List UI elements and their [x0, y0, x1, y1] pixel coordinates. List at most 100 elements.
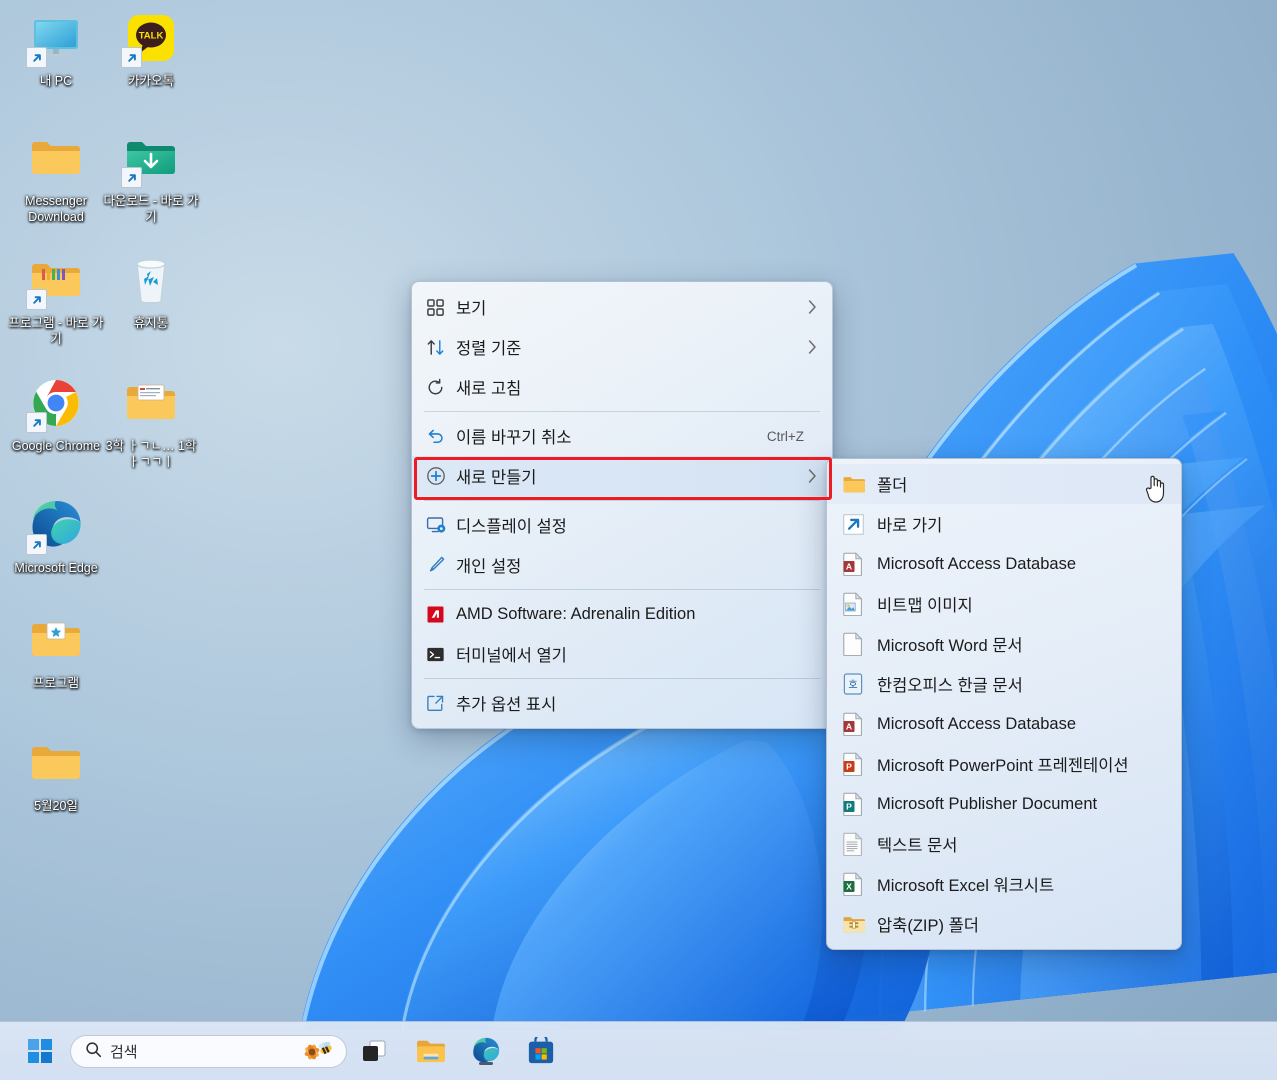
text-doc-icon: [843, 832, 877, 856]
submenu-item[interactable]: 바로 가기: [827, 504, 1181, 544]
submenu-item[interactable]: 압축(ZIP) 폴더: [827, 904, 1181, 944]
desktop-icon-folder[interactable]: Messenger Download: [8, 130, 104, 225]
context-menu-item[interactable]: 정렬 기준: [412, 327, 832, 367]
desktop-icon-label: 3학 ㅏㄱㄴ… 1학 ㅏㄱㄱㅣ: [105, 439, 197, 469]
shortcut-arrow-icon: [26, 534, 47, 555]
shortcut-arrow-icon: [121, 167, 142, 188]
desktop-icon-downloads-folder[interactable]: 다운로드 - 바로 가기: [103, 130, 199, 225]
submenu-item[interactable]: 호 한컴오피스 한글 문서: [827, 664, 1181, 704]
context-menu-item[interactable]: 이름 바꾸기 취소 Ctrl+Z: [412, 416, 832, 456]
recycle-bin-icon: [123, 252, 179, 308]
context-menu-item[interactable]: 디스플레이 설정: [412, 505, 832, 545]
desktop-icon-folder-document[interactable]: 3학 ㅏㄱㄴ… 1학 ㅏㄱㄱㅣ: [103, 375, 199, 470]
task-view-icon: [363, 1040, 386, 1061]
new-submenu[interactable]: 폴더 바로 가기 A Microsoft Access Database 비트맵 이미지…: [826, 458, 1182, 950]
desktop-icon-label: 5월20일: [34, 799, 78, 813]
word-doc-icon: [843, 632, 877, 656]
submenu-item[interactable]: X Microsoft Excel 워크시트: [827, 864, 1181, 904]
context-menu-item[interactable]: 개인 설정: [412, 545, 832, 585]
desktop-icon-this-pc[interactable]: 내 PC: [8, 10, 104, 89]
submenu-item-label: Microsoft Access Database: [877, 714, 1076, 733]
submenu-item-label: 비트맵 이미지: [877, 597, 973, 615]
shortcut-arrow-icon: [26, 412, 47, 433]
submenu-item[interactable]: 비트맵 이미지: [827, 584, 1181, 624]
file-explorer-icon: [417, 1040, 445, 1063]
context-menu-item-label: 터미널에서 열기: [456, 647, 567, 665]
desktop-icon-label: 카카오톡: [127, 74, 174, 88]
undo-icon: [426, 427, 456, 446]
publisher-doc-icon: P: [843, 792, 877, 816]
folder-icon: [28, 130, 84, 186]
refresh-icon: [426, 378, 456, 397]
file-explorer-button[interactable]: [413, 1033, 449, 1069]
desktop-icon-recycle-bin[interactable]: 휴지통: [103, 252, 199, 331]
task-view-button[interactable]: [356, 1033, 392, 1069]
desktop-icon-programs-folder[interactable]: 프로그램 - 바로 가기: [8, 252, 104, 347]
grid-view-icon: [426, 298, 456, 317]
menu-separator: [424, 589, 820, 590]
edge-icon: [26, 497, 84, 555]
context-menu-item-label: 새로 만들기: [456, 469, 537, 487]
submenu-item[interactable]: P Microsoft Publisher Document: [827, 784, 1181, 824]
desktop-icon-folder-star[interactable]: 프로그램: [8, 612, 104, 691]
bitmap-image-icon: [843, 592, 877, 616]
desktop-icon-edge[interactable]: Microsoft Edge: [8, 497, 104, 576]
submenu-item[interactable]: P Microsoft PowerPoint 프레젠테이션: [827, 744, 1181, 784]
chrome-icon: [26, 375, 84, 433]
access-doc-icon: A: [843, 712, 877, 736]
context-menu-item-label: 새로 고침: [456, 380, 522, 398]
svg-text:호: 호: [848, 679, 857, 691]
flower-bee-widget-icon[interactable]: [300, 1040, 336, 1064]
submenu-item[interactable]: 폴더: [827, 464, 1181, 504]
taskbar-search-box[interactable]: 검색: [70, 1035, 347, 1068]
submenu-item-label: 압축(ZIP) 폴더: [877, 917, 979, 935]
taskbar[interactable]: 검색: [0, 1021, 1277, 1080]
context-menu-item[interactable]: 보기: [412, 287, 832, 327]
submenu-item-label: Microsoft Access Database: [877, 554, 1076, 573]
show-more-options-icon: [426, 694, 456, 713]
context-menu-item-label: 보기: [456, 300, 487, 318]
submenu-item-label: Microsoft Excel 워크시트: [877, 877, 1055, 895]
access-doc-icon: A: [843, 552, 877, 576]
context-menu-item-label: AMD Software: Adrenalin Edition: [456, 604, 696, 623]
desktop-icon-label: 프로그램 - 바로 가기: [8, 316, 104, 346]
kakaotalk-icon: TALK: [121, 10, 179, 68]
submenu-item[interactable]: Microsoft Word 문서: [827, 624, 1181, 664]
context-menu-item[interactable]: 새로 만들기: [412, 456, 832, 496]
submenu-item-label: 폴더: [877, 477, 908, 495]
submenu-item-label: Microsoft PowerPoint 프레젠테이션: [877, 757, 1129, 775]
desktop-icon-label: 다운로드 - 바로 가기: [103, 194, 199, 224]
this-pc-icon: [26, 10, 84, 68]
microsoft-store-button[interactable]: [523, 1033, 559, 1069]
search-placeholder: 검색: [110, 1044, 138, 1061]
menu-separator: [424, 500, 820, 501]
submenu-item[interactable]: A Microsoft Access Database: [827, 544, 1181, 584]
context-menu-item-label: 이름 바꾸기 취소: [456, 429, 572, 447]
shortcut-arrow-icon: [26, 289, 47, 310]
desktop-context-menu[interactable]: 보기정렬 기준새로 고침이름 바꾸기 취소 Ctrl+Z 새로 만들기디스플레이 설…: [411, 281, 833, 729]
desktop-icon-label: 프로그램: [32, 676, 79, 690]
microsoft-edge-button[interactable]: [468, 1033, 504, 1069]
shortcut-arrow-icon: [26, 47, 47, 68]
desktop-icon-folder[interactable]: 5월20일: [8, 735, 104, 814]
submenu-item[interactable]: 텍스트 문서: [827, 824, 1181, 864]
folder-document-icon: [123, 375, 179, 431]
context-menu-item-label: 추가 옵션 표시: [456, 696, 557, 714]
excel-doc-icon: X: [843, 872, 877, 896]
desktop-icon-label: Google Chrome: [11, 439, 101, 453]
personalize-brush-icon: [426, 555, 456, 575]
start-button[interactable]: [22, 1033, 58, 1069]
context-menu-item[interactable]: 추가 옵션 표시: [412, 683, 832, 723]
context-menu-item[interactable]: AMD Software: Adrenalin Edition: [412, 594, 832, 634]
desktop-icon-label: Microsoft Edge: [14, 561, 98, 575]
submenu-item-label: Microsoft Word 문서: [877, 637, 1023, 655]
desktop-icon-chrome[interactable]: Google Chrome: [8, 375, 104, 454]
chevron-right-icon: [804, 469, 820, 483]
running-indicator: [479, 1062, 493, 1065]
context-menu-item[interactable]: 터미널에서 열기: [412, 634, 832, 674]
desktop-icon-kakaotalk[interactable]: TALK 카카오톡: [103, 10, 199, 89]
terminal-icon: [426, 645, 456, 664]
shortcut-arrow-icon: [121, 47, 142, 68]
context-menu-item[interactable]: 새로 고침: [412, 367, 832, 407]
submenu-item[interactable]: A Microsoft Access Database: [827, 704, 1181, 744]
